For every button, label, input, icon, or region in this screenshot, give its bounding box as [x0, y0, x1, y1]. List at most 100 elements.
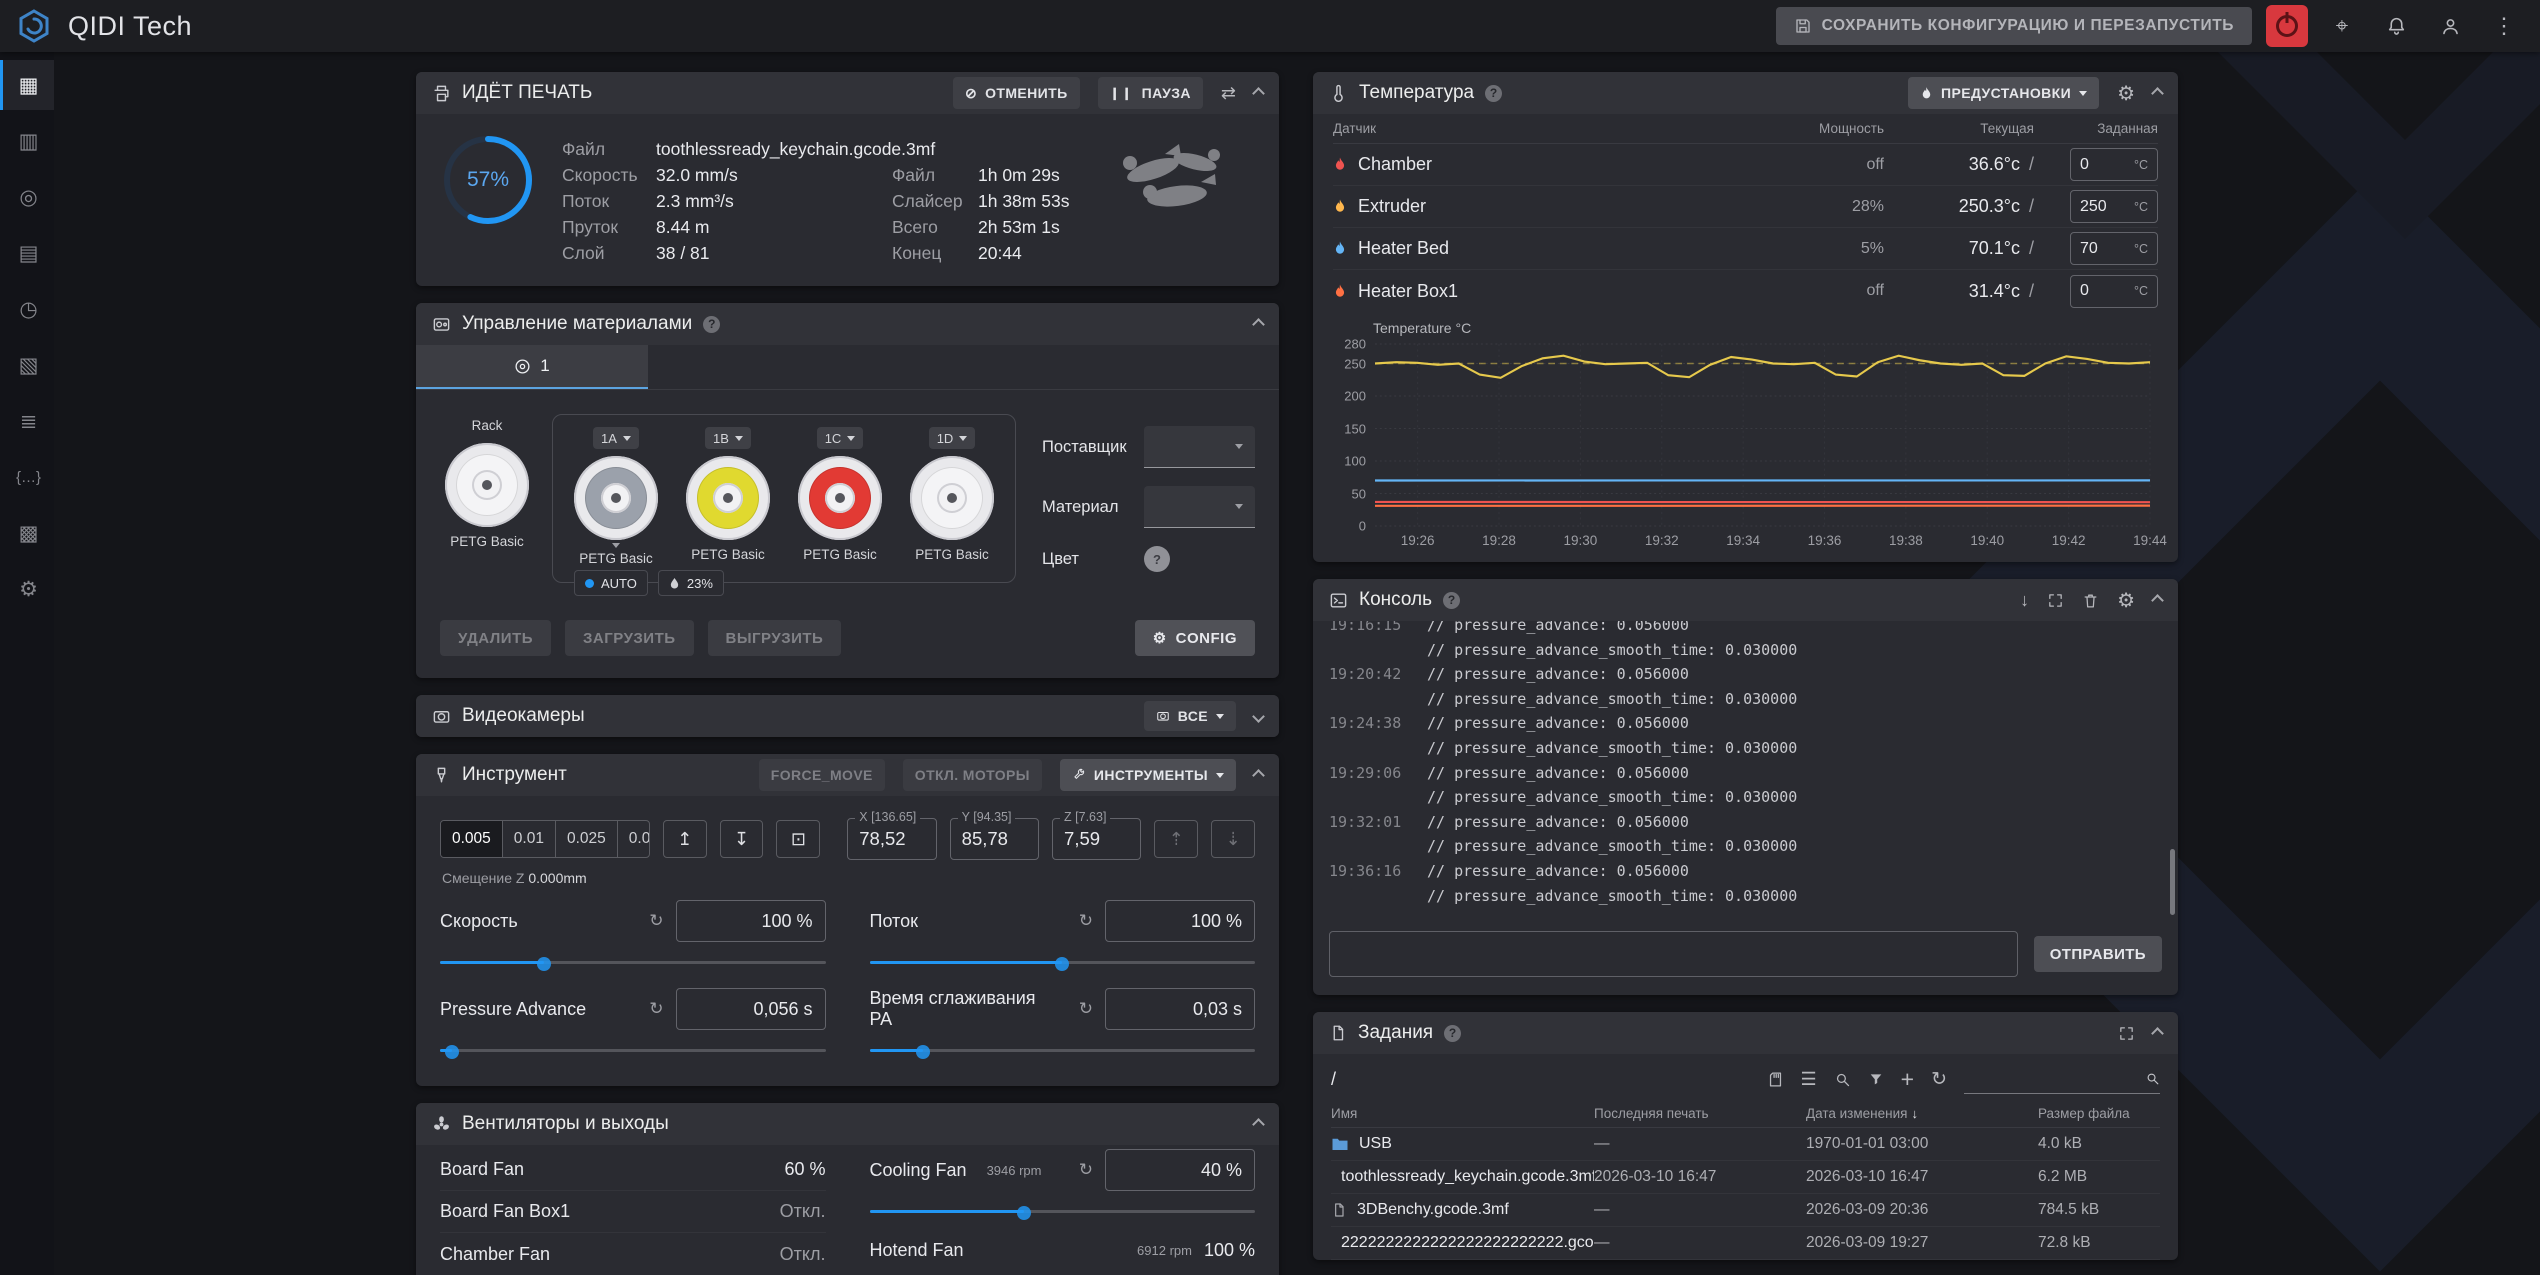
- sidebar-item-spoolman[interactable]: ▩: [0, 508, 54, 558]
- z-position-field[interactable]: Z [7.63] 7,59: [1052, 818, 1141, 860]
- chamber-target-input[interactable]: 0°C: [2070, 148, 2158, 181]
- sd-card-icon[interactable]: [1767, 1071, 1784, 1088]
- flow-slider[interactable]: [870, 950, 1256, 974]
- console-send-button[interactable]: ОТПРАВИТЬ: [2034, 936, 2162, 972]
- delete-button[interactable]: УДАЛИТЬ: [440, 620, 551, 656]
- vendor-select[interactable]: [1144, 426, 1255, 468]
- sidebar-item-settings[interactable]: ⚙: [0, 564, 54, 614]
- x-position-field[interactable]: X [136.65] 78,52: [847, 818, 936, 860]
- cooling-fan-input[interactable]: 40 %: [1105, 1149, 1255, 1191]
- console-log[interactable]: 19:16:15// pressure_advance: 0.056000 //…: [1313, 621, 2178, 919]
- column-size[interactable]: Размер файла: [2038, 1106, 2160, 1121]
- tools-menu-button[interactable]: ИНСТРУМЕНТЫ: [1060, 759, 1236, 791]
- sidebar-item-gcode-viewer[interactable]: ▧: [0, 340, 54, 390]
- slot-1a[interactable]: 1A PETG Basic: [569, 427, 663, 566]
- flow-input[interactable]: 100 %: [1105, 900, 1255, 942]
- spool-1c[interactable]: [798, 456, 882, 540]
- sidebar-item-dashboard[interactable]: ▦: [0, 60, 54, 110]
- refresh-icon[interactable]: ↻: [1931, 1068, 1947, 1091]
- sidebar-item-history[interactable]: ◷: [0, 284, 54, 334]
- load-button[interactable]: ЗАГРУЗИТЬ: [565, 620, 694, 656]
- z-step-0025[interactable]: 0.025: [556, 821, 618, 857]
- sidebar-item-console[interactable]: ▥: [0, 116, 54, 166]
- spool-1b[interactable]: [686, 456, 770, 540]
- job-row-file[interactable]: 2222222222222222222222222.gcode.3mf — 20…: [1331, 1227, 2160, 1260]
- smooth-time-slider[interactable]: [870, 1038, 1256, 1062]
- column-name[interactable]: Имя: [1331, 1106, 1594, 1121]
- collapse-chevron-icon[interactable]: [1252, 769, 1265, 782]
- slot-chip-1d[interactable]: 1D: [929, 427, 976, 449]
- help-icon[interactable]: ?: [1443, 592, 1460, 609]
- pause-print-button[interactable]: ❙❙ПАУЗА: [1098, 77, 1203, 109]
- spool-1d[interactable]: [910, 456, 994, 540]
- extrude-button[interactable]: ⇣: [1211, 820, 1255, 858]
- user-account-icon[interactable]: [2430, 6, 2470, 46]
- materials-tab-1[interactable]: 1: [416, 345, 648, 389]
- speed-input[interactable]: 100 %: [676, 900, 826, 942]
- emergency-stop-button[interactable]: [2266, 5, 2308, 47]
- camera-all-button[interactable]: ВСЕ: [1144, 701, 1236, 731]
- save-config-button[interactable]: СОХРАНИТЬ КОНФИГУРАЦИЮ И ПЕРЕЗАПУСТИТЬ: [1776, 7, 2252, 45]
- speed-slider[interactable]: [440, 950, 826, 974]
- slot-chip-1b[interactable]: 1B: [705, 427, 751, 449]
- retract-button[interactable]: ⇡: [1154, 820, 1198, 858]
- slot-chip-1c[interactable]: 1C: [817, 427, 864, 449]
- add-icon[interactable]: +: [1901, 1066, 1914, 1093]
- reset-icon[interactable]: ↻: [649, 999, 663, 1019]
- help-icon[interactable]: ?: [703, 316, 720, 333]
- board-fan-row[interactable]: Board Fan60 %: [440, 1149, 826, 1191]
- jobs-search-field[interactable]: [1964, 1064, 2160, 1094]
- heater-box1-target-input[interactable]: 0°C: [2070, 275, 2158, 308]
- z-step-005[interactable]: 0.05: [618, 821, 650, 857]
- z-offset-down-button[interactable]: ↧: [720, 820, 764, 858]
- auto-toggle[interactable]: AUTO: [574, 570, 648, 596]
- sidebar-item-jobs[interactable]: ▤: [0, 228, 54, 278]
- z-offset-up-button[interactable]: ↥: [663, 820, 707, 858]
- slot-1c[interactable]: 1C PETG Basic: [793, 427, 887, 566]
- sidebar-item-macros[interactable]: {…}: [0, 452, 54, 502]
- collapse-chevron-icon[interactable]: [2151, 594, 2164, 607]
- locate-icon[interactable]: ⌖: [2322, 6, 2362, 46]
- unload-button[interactable]: ВЫГРУЗИТЬ: [708, 620, 842, 656]
- job-row-file[interactable]: toothlessready_keychain.gcode.3mf 2026-0…: [1331, 1161, 2160, 1194]
- job-row-file[interactable]: 3DBenchy.gcode.3mf — 2026-03-09 20:36 78…: [1331, 1194, 2160, 1227]
- board-fan-box1-row[interactable]: Board Fan Box1Откл.: [440, 1191, 826, 1233]
- save-z-offset-button[interactable]: ⊡: [776, 820, 820, 858]
- exclude-object-icon[interactable]: ⇄: [1221, 83, 1236, 104]
- cooling-fan-slider[interactable]: [870, 1199, 1256, 1223]
- expand-icon[interactable]: [2047, 592, 2064, 609]
- notifications-bell-icon[interactable]: [2376, 6, 2416, 46]
- y-position-field[interactable]: Y [94.35] 85,78: [950, 818, 1039, 860]
- collapse-chevron-icon[interactable]: [1252, 318, 1265, 331]
- smooth-time-input[interactable]: 0,03 s: [1105, 988, 1255, 1030]
- chamber-fan-row[interactable]: Chamber FanОткл.: [440, 1233, 826, 1275]
- cancel-print-button[interactable]: ⊘ОТМЕНИТЬ: [953, 77, 1080, 109]
- help-icon[interactable]: ?: [1444, 1025, 1461, 1042]
- collapse-chevron-icon[interactable]: [1252, 87, 1265, 100]
- overflow-menu-icon[interactable]: ⋮: [2484, 6, 2524, 46]
- material-select[interactable]: [1144, 486, 1255, 528]
- temperature-settings-gear-icon[interactable]: ⚙: [2117, 81, 2135, 106]
- help-icon[interactable]: ?: [1485, 85, 1502, 102]
- slot-1b[interactable]: 1B PETG Basic: [681, 427, 775, 566]
- collapse-chevron-icon[interactable]: [2151, 87, 2164, 100]
- slot-chip-1a[interactable]: 1A: [593, 427, 639, 449]
- expand-icon[interactable]: [2118, 1025, 2135, 1042]
- color-swatch[interactable]: ?: [1144, 546, 1170, 572]
- console-scrollbar[interactable]: [2170, 849, 2175, 915]
- reset-icon[interactable]: ↻: [649, 911, 663, 931]
- motors-off-button[interactable]: ОТКЛ. МОТОРЫ: [903, 759, 1042, 791]
- console-settings-gear-icon[interactable]: ⚙: [2117, 588, 2135, 613]
- search-icon[interactable]: [1834, 1071, 1851, 1088]
- reset-icon[interactable]: ↻: [1079, 911, 1093, 931]
- spool-list-icon[interactable]: ☰: [1801, 1069, 1817, 1090]
- console-command-input[interactable]: [1329, 931, 2018, 977]
- trash-icon[interactable]: [2082, 592, 2099, 609]
- temperature-presets-button[interactable]: ПРЕДУСТАНОВКИ: [1908, 77, 2099, 109]
- column-modified[interactable]: Дата изменения↓: [1806, 1106, 2038, 1121]
- filter-icon[interactable]: [1868, 1071, 1884, 1087]
- sensor-name[interactable]: Heater Box1: [1333, 281, 1784, 302]
- config-button[interactable]: ⚙CONFIG: [1135, 620, 1255, 656]
- force-move-button[interactable]: FORCE_MOVE: [759, 759, 885, 791]
- column-last-print[interactable]: Последняя печать: [1594, 1106, 1806, 1121]
